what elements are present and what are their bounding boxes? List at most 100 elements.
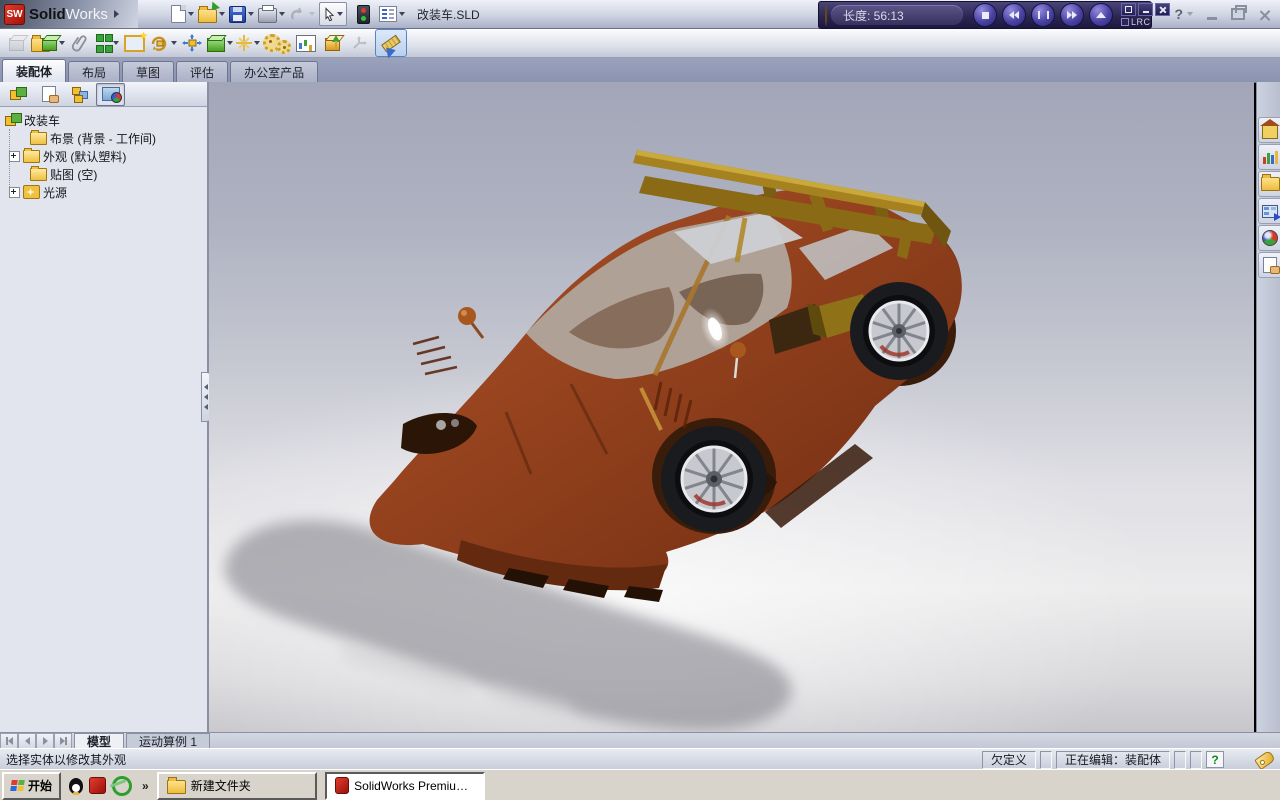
lrc-checkbox[interactable]: [1121, 18, 1129, 26]
display-manager-icon: [101, 87, 122, 103]
tab-sketch[interactable]: 草图: [122, 61, 175, 82]
custom-properties-button[interactable]: [1258, 252, 1280, 278]
view-palette-button[interactable]: [1258, 198, 1280, 224]
property-manager-icon: [41, 86, 59, 103]
motion-button[interactable]: [263, 31, 291, 55]
tab-assembly[interactable]: 装配体: [2, 59, 67, 82]
rewind-button[interactable]: [1002, 3, 1026, 27]
display-manager-tab[interactable]: [96, 82, 125, 106]
select-tool-button[interactable]: [319, 2, 347, 26]
home-icon: [1260, 119, 1280, 139]
new-document-button[interactable]: [170, 2, 194, 26]
print-button[interactable]: [258, 2, 285, 26]
smart-fasteners-button[interactable]: [122, 31, 146, 55]
prev-icon: [24, 737, 30, 745]
eject-button[interactable]: [1089, 3, 1113, 27]
options-list-icon: [379, 6, 397, 22]
window-restore-button[interactable]: [1231, 5, 1247, 20]
first-tab-button[interactable]: [0, 733, 18, 749]
start-button[interactable]: 开始: [2, 771, 62, 800]
command-manager-tabs: 装配体 布局 草图 评估 办公室产品: [0, 58, 1280, 83]
mate-button[interactable]: [68, 31, 92, 55]
help-button[interactable]: ?: [1174, 6, 1193, 22]
windows-logo-icon: [10, 780, 25, 791]
tree-item-decals[interactable]: 贴图 (空): [4, 165, 207, 183]
graphics-viewport[interactable]: [209, 82, 1254, 732]
player-maximize-button[interactable]: [1121, 3, 1136, 16]
solidworks-window: SW Solid Works 改装车.SLD 长度: 56:13 LRC ? 装…: [0, 0, 1280, 800]
reference-geometry-button[interactable]: [236, 31, 260, 55]
qq-icon[interactable]: [69, 777, 84, 795]
exploded-view-button[interactable]: [321, 31, 345, 55]
forward-button[interactable]: [1060, 3, 1084, 27]
save-icon: [229, 5, 246, 23]
tree-item-scene[interactable]: 布景 (背景 - 工作间): [4, 129, 207, 147]
options-button[interactable]: [379, 2, 405, 26]
open-button[interactable]: [198, 1, 225, 26]
window-minimize-button[interactable]: [1207, 16, 1217, 20]
window-close-button[interactable]: [1259, 9, 1270, 20]
folder-icon: [30, 165, 47, 181]
pause-button[interactable]: [1031, 3, 1055, 27]
tab-office-products[interactable]: 办公室产品: [230, 61, 319, 82]
tab-evaluate[interactable]: 评估: [176, 61, 229, 82]
undo-button[interactable]: [289, 2, 315, 26]
view-settings-button[interactable]: [351, 2, 375, 26]
prev-tab-button[interactable]: [18, 733, 36, 749]
file-explorer-folder-icon: [1260, 174, 1280, 191]
solidworks-resources-button[interactable]: [1258, 117, 1280, 143]
rotate-component-button[interactable]: [149, 31, 177, 55]
tab-layout[interactable]: 布局: [68, 61, 121, 82]
network-icon[interactable]: [112, 775, 133, 796]
taskbar-item-solidworks[interactable]: SolidWorks Premium 200...: [324, 771, 485, 800]
assembly-features-button[interactable]: [207, 31, 233, 55]
status-cell: [1190, 750, 1202, 769]
reference-geometry-icon: [236, 35, 252, 51]
player-close-button[interactable]: [1155, 3, 1170, 16]
appearances-scenes-button[interactable]: [1258, 225, 1280, 251]
instant3d-button[interactable]: [375, 29, 407, 57]
solidworks-quick-launch-icon[interactable]: [89, 777, 107, 794]
taskbar-item-folder[interactable]: 新建文件夹: [156, 771, 317, 800]
stop-button[interactable]: [973, 3, 997, 27]
linear-pattern-button[interactable]: [95, 31, 119, 55]
tree-item-appearances[interactable]: 外观 (默认塑料): [4, 147, 207, 165]
next-tab-button[interactable]: [36, 733, 54, 749]
player-minimize-button[interactable]: [1138, 3, 1153, 16]
explode-line-sketch-button[interactable]: [348, 31, 372, 55]
tree-root-label: 改装车: [24, 113, 61, 128]
move-component-button[interactable]: [180, 31, 204, 55]
last-tab-button[interactable]: [54, 733, 72, 749]
property-manager-tab[interactable]: [34, 83, 63, 106]
quick-tips-button[interactable]: ?: [1206, 751, 1224, 768]
tree-item-lights[interactable]: 光源: [4, 183, 207, 201]
feature-manager-icon: [9, 87, 27, 101]
new-motion-study-button[interactable]: [294, 31, 318, 55]
configuration-manager-tab[interactable]: [65, 83, 94, 106]
rotate-component-icon: [151, 36, 167, 51]
save-button[interactable]: [229, 2, 254, 26]
file-explorer-button[interactable]: [1258, 171, 1280, 197]
traffic-light-icon: [356, 4, 370, 24]
expand-plus-icon[interactable]: [9, 186, 20, 198]
expand-plus-icon[interactable]: [9, 150, 20, 162]
feature-manager-tab[interactable]: [3, 83, 32, 106]
feature-manager-panel: 改装车 布景 (背景 - 工作间) 外观 (默认塑料) 贴图 (空) 光源: [0, 82, 209, 732]
track-length-label: 长度: 56:13: [843, 8, 904, 23]
select-cursor-icon: [325, 6, 335, 21]
lrc-toggle[interactable]: LRC: [1121, 17, 1170, 27]
custom-properties-icon: [1263, 257, 1280, 274]
tree-root-item[interactable]: 改装车: [4, 111, 207, 129]
folder-icon: [166, 776, 186, 794]
minimize-icon: [1142, 10, 1149, 13]
player-window-controls: LRC: [1121, 3, 1170, 27]
tab-model[interactable]: 模型: [74, 733, 125, 749]
tag-icon[interactable]: [1254, 749, 1276, 770]
menu-flyout-icon[interactable]: [113, 10, 119, 18]
insert-components-button[interactable]: [31, 31, 65, 55]
assembly-icon: [5, 113, 22, 127]
design-library-button[interactable]: [1258, 144, 1280, 170]
tab-motion-study[interactable]: 运动算例 1: [126, 733, 211, 749]
quick-launch-overflow[interactable]: »: [142, 779, 149, 793]
insert-component-button[interactable]: [4, 31, 28, 55]
